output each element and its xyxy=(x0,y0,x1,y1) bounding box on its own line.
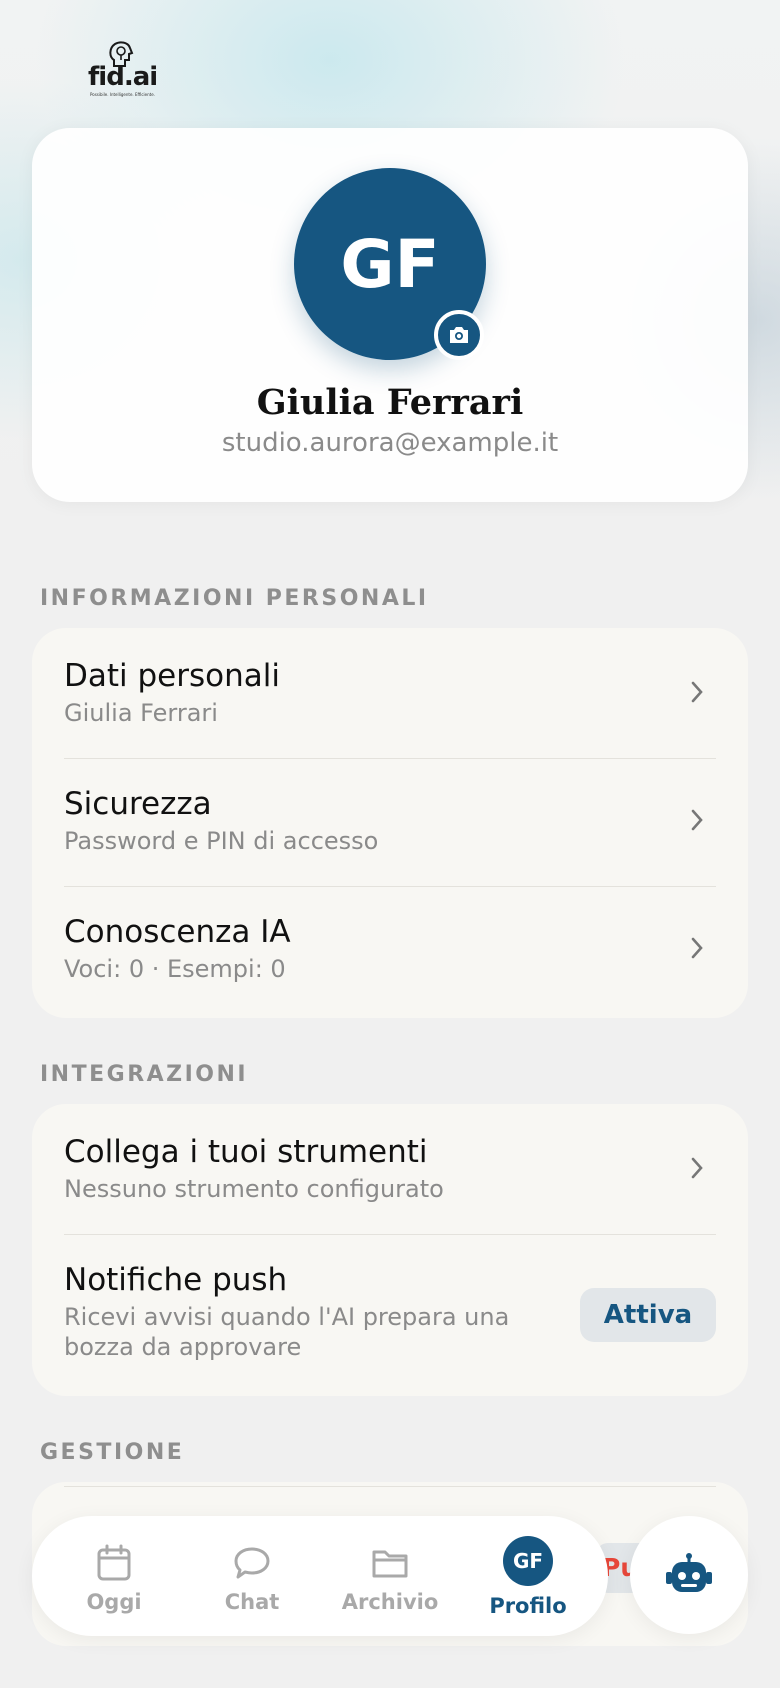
nav-label: Archivio xyxy=(341,1590,439,1614)
nav-label: Profilo xyxy=(489,1594,567,1618)
camera-icon xyxy=(450,327,468,343)
row-subtitle: Password e PIN di accesso xyxy=(64,827,379,855)
chevron-right-icon xyxy=(691,1157,703,1179)
profile-email: studio.aurora@example.it xyxy=(221,428,559,458)
nav-item-profilo[interactable]: GF Profilo xyxy=(468,1536,588,1618)
nav-item-oggi[interactable]: Oggi xyxy=(54,1542,174,1614)
list-item-conoscenza-ia[interactable]: Conoscenza IA Voci: 0 · Esempi: 0 xyxy=(64,914,716,994)
list-item-sicurezza[interactable]: Sicurezza Password e PIN di accesso xyxy=(64,786,716,866)
row-title: Collega i tuoi strumenti xyxy=(64,1134,428,1170)
section-title-management: GESTIONE xyxy=(40,1440,185,1465)
divider xyxy=(64,1234,716,1235)
app-logo: fid.ai Possibile. Intelligente. Efficien… xyxy=(86,40,160,98)
row-title: Sicurezza xyxy=(64,786,212,822)
section-title-integrations: INTEGRAZIONI xyxy=(40,1062,249,1087)
chevron-right-icon xyxy=(691,681,703,703)
robot-icon xyxy=(666,1553,712,1592)
chevron-right-icon xyxy=(691,809,703,831)
chat-bubble-icon xyxy=(234,1547,270,1579)
enable-push-button[interactable]: Attiva xyxy=(580,1288,716,1342)
logo-tagline: Possibile. Intelligente. Efficiente. xyxy=(90,92,155,97)
divider xyxy=(64,758,716,759)
divider xyxy=(64,886,716,887)
row-subtitle: Ricevi avvisi quando l'AI prepara una bo… xyxy=(64,1303,510,1361)
logo-wordmark: fid.ai xyxy=(88,62,158,92)
row-title: Dati personali xyxy=(64,658,280,694)
change-photo-button[interactable] xyxy=(434,310,484,360)
nav-label: Chat xyxy=(224,1590,280,1614)
list-item-collega-strumenti[interactable]: Collega i tuoi strumenti Nessuno strumen… xyxy=(64,1134,716,1214)
divider xyxy=(64,1486,716,1487)
list-item-dati-personali[interactable]: Dati personali Giulia Ferrari xyxy=(64,658,716,738)
calendar-icon xyxy=(97,1544,131,1581)
profile-name: Giulia Ferrari xyxy=(256,382,524,423)
chevron-right-icon xyxy=(691,937,703,959)
row-subtitle: Nessuno strumento configurato xyxy=(64,1175,444,1203)
nav-item-chat[interactable]: Chat xyxy=(192,1542,312,1614)
row-subtitle: Voci: 0 · Esempi: 0 xyxy=(64,955,286,983)
bottom-nav: Oggi Chat Archivio GF Profilo xyxy=(32,1516,608,1636)
row-subtitle: Giulia Ferrari xyxy=(64,699,218,727)
profile-card: GF Giulia Ferrari studio.aurora@example.… xyxy=(32,128,748,502)
integrations-group: Collega i tuoi strumenti Nessuno strumen… xyxy=(32,1104,748,1396)
nav-item-archivio[interactable]: Archivio xyxy=(330,1542,450,1614)
assistant-button[interactable] xyxy=(630,1516,748,1634)
personal-info-group: Dati personali Giulia Ferrari Sicurezza … xyxy=(32,628,748,1018)
folder-icon xyxy=(372,1550,408,1578)
avatar: GF xyxy=(503,1536,553,1586)
section-title-personal: INFORMAZIONI PERSONALI xyxy=(40,586,429,611)
nav-label: Oggi xyxy=(86,1590,142,1614)
row-title: Conoscenza IA xyxy=(64,914,291,950)
